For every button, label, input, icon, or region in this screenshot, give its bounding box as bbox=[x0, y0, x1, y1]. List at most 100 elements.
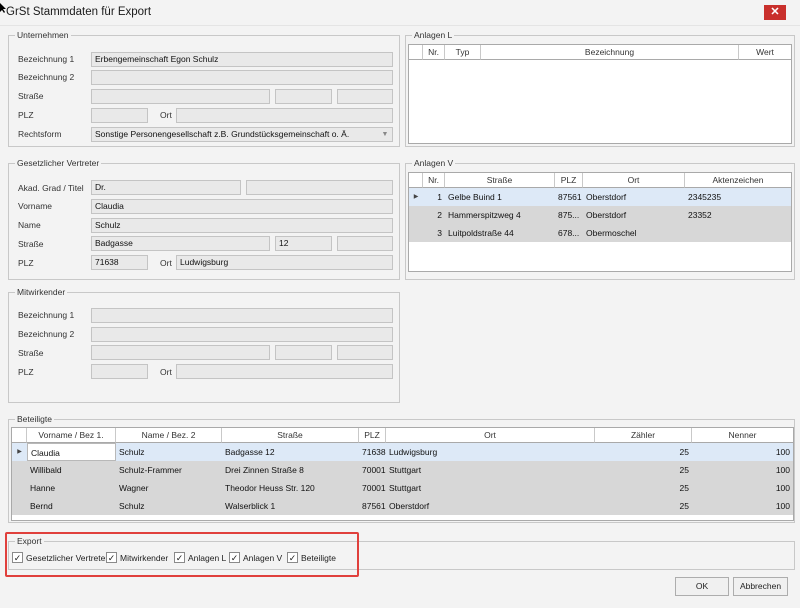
title-bar: GrSt Stammdaten für Export ✕ bbox=[0, 0, 800, 26]
column-header[interactable]: Zähler bbox=[595, 428, 692, 443]
table-row[interactable]: Willibald Schulz-Frammer Drei Zinnen Str… bbox=[12, 461, 793, 479]
titel-extra-field[interactable] bbox=[246, 180, 393, 195]
vorname-cell[interactable]: Claudia bbox=[27, 443, 116, 461]
column-header[interactable]: Name / Bez. 2 bbox=[116, 428, 222, 443]
column-header[interactable]: Typ bbox=[445, 45, 481, 60]
strasse-cell: Walserblick 1 bbox=[225, 501, 276, 511]
ort-cell: Stuttgart bbox=[389, 465, 422, 475]
anlagen-l-group: Anlagen L Nr. Typ Bezeichnung Wert bbox=[405, 30, 795, 147]
chevron-down-icon[interactable]: ▼ bbox=[379, 129, 391, 140]
table-row[interactable]: 3 Luitpoldstraße 44 678... Obermoschel bbox=[409, 224, 791, 242]
anlagen-v-legend: Anlagen V bbox=[412, 158, 456, 169]
rechtsform-select[interactable]: Sonstige Personengesellschaft z.B. Grund… bbox=[91, 127, 393, 142]
nr-cell: 2 bbox=[437, 210, 442, 220]
nenner-cell: 100 bbox=[775, 501, 790, 511]
column-header[interactable]: Vorname / Bez 1. bbox=[27, 428, 116, 443]
column-header[interactable]: Bezeichnung bbox=[481, 45, 739, 60]
titel-field[interactable]: Dr. bbox=[91, 180, 241, 195]
ort-label: Ort bbox=[160, 110, 172, 120]
mitwirkender-zusatz-field[interactable] bbox=[337, 345, 393, 360]
strasse-field[interactable] bbox=[91, 89, 270, 104]
column-header[interactable]: PLZ bbox=[555, 173, 583, 188]
vertreter-zusatz-field[interactable] bbox=[337, 236, 393, 251]
highlight-frame bbox=[5, 532, 359, 577]
mitwirkender-bezeichnung2-field[interactable] bbox=[91, 327, 393, 342]
mitwirkender-hausnummer-field[interactable] bbox=[275, 345, 332, 360]
name-cell: Schulz bbox=[119, 447, 145, 457]
rechtsform-value: Sonstige Personengesellschaft z.B. Grund… bbox=[95, 129, 350, 139]
beteiligte-legend: Beteiligte bbox=[15, 414, 54, 425]
column-header[interactable]: Straße bbox=[445, 173, 555, 188]
column-header[interactable]: Nr. bbox=[423, 173, 445, 188]
plz-cell: 71638 bbox=[362, 447, 386, 457]
mitwirkender-bezeichnung2-label: Bezeichnung 2 bbox=[18, 329, 75, 339]
bezeichnung1-field[interactable]: Erbengemeinschaft Egon Schulz bbox=[91, 52, 393, 67]
zaehler-cell: 25 bbox=[679, 465, 689, 475]
ort-cell: Oberstdorf bbox=[586, 192, 627, 202]
nr-cell: 3 bbox=[437, 228, 442, 238]
column-header[interactable]: Nr. bbox=[423, 45, 445, 60]
anlagen-v-group: Anlagen V Nr. Straße PLZ Ort Aktenzeiche… bbox=[405, 158, 795, 280]
plz-cell: 875... bbox=[558, 210, 580, 220]
vertreter-strasse-label: Straße bbox=[18, 239, 44, 249]
plz-cell: 70001 bbox=[362, 483, 386, 493]
beteiligte-group: Beteiligte Vorname / Bez 1. Name / Bez. … bbox=[8, 414, 795, 523]
ort-field[interactable] bbox=[176, 108, 393, 123]
vertreter-ort-field[interactable]: Ludwigsburg bbox=[176, 255, 393, 270]
column-header bbox=[12, 428, 27, 443]
mitwirkender-plz-field[interactable] bbox=[91, 364, 148, 379]
nr-cell: 1 bbox=[437, 192, 442, 202]
name-field[interactable]: Schulz bbox=[91, 218, 393, 233]
column-header bbox=[409, 173, 423, 188]
vertreter-plz-label: PLZ bbox=[18, 258, 34, 268]
aktenzeichen-cell: 2345235 bbox=[688, 192, 722, 202]
name-label: Name bbox=[18, 220, 41, 230]
table-row[interactable]: ▶ 1 Gelbe Buind 1 87561 Oberstdorf 23452… bbox=[409, 188, 791, 206]
column-header[interactable]: Wert bbox=[739, 45, 791, 60]
mitwirkender-bezeichnung1-label: Bezeichnung 1 bbox=[18, 310, 75, 320]
nenner-cell: 100 bbox=[775, 447, 790, 457]
table-row[interactable]: Hanne Wagner Theodor Heuss Str. 120 7000… bbox=[12, 479, 793, 497]
ok-button[interactable]: OK bbox=[675, 577, 729, 596]
name-cell: Schulz bbox=[119, 501, 145, 511]
plz-cell: 87561 bbox=[558, 192, 582, 202]
aktenzeichen-cell: 23352 bbox=[688, 210, 712, 220]
vertreter-plz-field[interactable]: 71638 bbox=[91, 255, 148, 270]
column-header[interactable]: Nenner bbox=[692, 428, 793, 443]
table-row[interactable]: 2 Hammerspitzweg 4 875... Oberstdorf 233… bbox=[409, 206, 791, 224]
column-header[interactable]: PLZ bbox=[359, 428, 386, 443]
anlagen-l-grid[interactable]: Nr. Typ Bezeichnung Wert bbox=[408, 44, 792, 144]
vertreter-strasse-field[interactable]: Badgasse bbox=[91, 236, 270, 251]
strasse-cell: Hammerspitzweg 4 bbox=[448, 210, 521, 220]
anlagen-v-grid[interactable]: Nr. Straße PLZ Ort Aktenzeichen ▶ 1 Gelb… bbox=[408, 172, 792, 272]
plz-cell: 70001 bbox=[362, 465, 386, 475]
column-header[interactable]: Ort bbox=[583, 173, 685, 188]
aktenzeichen-cell bbox=[685, 224, 791, 242]
mitwirkender-strasse-label: Straße bbox=[18, 348, 44, 358]
vorname-field[interactable]: Claudia bbox=[91, 199, 393, 214]
column-header[interactable]: Aktenzeichen bbox=[685, 173, 791, 188]
zaehler-cell: 25 bbox=[679, 447, 689, 457]
vertreter-hausnummer-field[interactable]: 12 bbox=[275, 236, 332, 251]
close-button[interactable]: ✕ bbox=[764, 5, 786, 20]
nenner-cell: 100 bbox=[775, 465, 790, 475]
unternehmen-legend: Unternehmen bbox=[15, 30, 71, 41]
bezeichnung2-field[interactable] bbox=[91, 70, 393, 85]
beteiligte-grid[interactable]: Vorname / Bez 1. Name / Bez. 2 Straße PL… bbox=[11, 427, 794, 521]
table-row[interactable]: ▶ Claudia Schulz Badgasse 12 71638 Ludwi… bbox=[12, 443, 793, 461]
strasse-cell: Theodor Heuss Str. 120 bbox=[225, 483, 315, 493]
mitwirkender-strasse-field[interactable] bbox=[91, 345, 270, 360]
column-header[interactable]: Straße bbox=[222, 428, 359, 443]
hausnummer-field[interactable] bbox=[275, 89, 332, 104]
column-header[interactable]: Ort bbox=[386, 428, 595, 443]
name-cell: Schulz-Frammer bbox=[119, 465, 182, 475]
plz-cell: 87561 bbox=[362, 501, 386, 511]
window-title: GrSt Stammdaten für Export bbox=[6, 6, 152, 18]
table-row[interactable]: Bernd Schulz Walserblick 1 87561 Oberstd… bbox=[12, 497, 793, 515]
zusatz-field[interactable] bbox=[337, 89, 393, 104]
vorname-label: Vorname bbox=[18, 201, 53, 211]
plz-field[interactable] bbox=[91, 108, 148, 123]
mitwirkender-bezeichnung1-field[interactable] bbox=[91, 308, 393, 323]
mitwirkender-ort-field[interactable] bbox=[176, 364, 393, 379]
cancel-button[interactable]: Abbrechen bbox=[733, 577, 788, 596]
